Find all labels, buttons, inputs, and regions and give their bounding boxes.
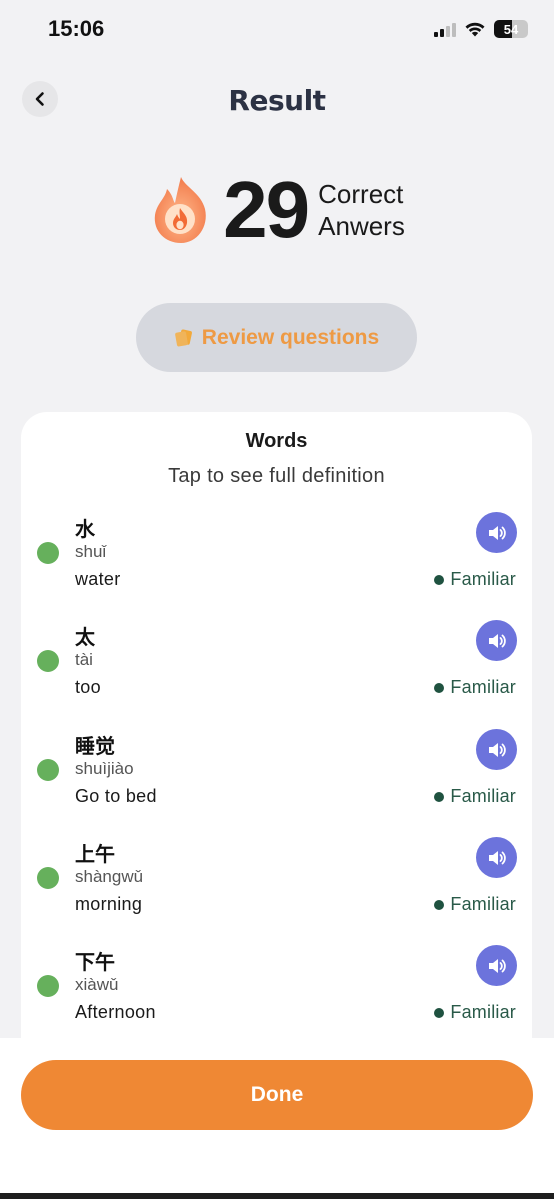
word-row[interactable]: 太 tài too Familiar [21,620,532,725]
word-meaning: too [75,677,101,697]
wifi-icon [465,22,485,37]
battery-level: 54 [503,21,519,37]
word-row[interactable]: 下午 xiàwǔ Afternoon Familiar [21,945,532,1050]
word-status-dot [37,759,59,781]
word-hanzi: 水 [75,517,95,541]
familiarity-dot [434,791,445,802]
play-audio-button[interactable] [476,837,517,878]
word-hanzi: 睡觉 [75,734,115,758]
word-meaning: Go to bed [75,786,157,806]
word-pinyin: xiàwǔ [75,975,119,994]
familiarity-status: Familiar [434,894,516,915]
cards-icon [174,328,192,346]
signal-icon [434,22,456,37]
play-audio-button[interactable] [476,729,517,770]
words-card: Words Tap to see full definition 水 shuǐ … [21,412,532,1112]
speaker-icon [488,850,506,865]
word-hanzi: 太 [75,625,95,649]
word-hanzi: 下午 [75,950,115,974]
familiarity-label: Familiar [450,894,516,914]
score-summary: 29 Correct Anwers [0,170,554,250]
familiarity-status: Familiar [434,786,516,807]
score-caption-line1: Correct [318,179,404,209]
word-pinyin: tài [75,650,93,669]
familiarity-dot [434,574,445,585]
result-screen: 15:06 54 Result 29 Correct Anwers Review… [0,0,554,1199]
familiarity-dot [434,682,445,693]
word-status-dot [37,650,59,672]
review-questions-label: Review questions [201,325,380,349]
play-audio-button[interactable] [476,620,517,661]
familiarity-status: Familiar [434,677,516,698]
word-row[interactable]: 上午 shàngwǔ morning Familiar [21,837,532,942]
word-status-dot [37,975,59,997]
word-meaning: morning [75,894,143,914]
speaker-icon [488,525,506,540]
play-audio-button[interactable] [476,945,517,986]
score-caption-line2: Anwers [318,211,405,241]
word-status-dot [37,867,59,889]
familiarity-status: Familiar [434,1002,516,1023]
word-meaning: water [75,569,121,589]
familiarity-dot [434,1007,445,1018]
word-pinyin: shàngwǔ [75,867,144,886]
familiarity-label: Familiar [450,677,516,697]
play-audio-button[interactable] [476,512,517,553]
familiarity-dot [434,899,445,910]
word-status-dot [37,542,59,564]
status-time: 15:06 [48,16,105,41]
words-title: Words [245,430,308,452]
done-label: Done [250,1083,304,1106]
score-caption: Correct Anwers [318,178,405,242]
familiarity-label: Familiar [450,569,516,589]
fire-icon [154,177,206,243]
word-pinyin: shuǐ [75,542,107,561]
screen-bottom-edge [0,1193,554,1199]
familiarity-status: Familiar [434,569,516,590]
page-title: Result [228,84,326,117]
speaker-icon [488,742,506,757]
status-bar: 15:06 54 [0,0,554,60]
review-questions-button[interactable]: Review questions [136,303,417,372]
speaker-icon [488,958,506,973]
status-icons: 54 [434,20,528,38]
familiarity-label: Familiar [450,1002,516,1022]
words-subtitle: Tap to see full definition [168,465,385,487]
word-hanzi: 上午 [75,842,115,866]
word-meaning: Afternoon [75,1002,156,1022]
battery-icon: 54 [494,20,528,38]
score-value: 29 [223,165,310,254]
word-row[interactable]: 水 shuǐ water Familiar [21,512,532,617]
word-pinyin: shuìjiào [75,759,134,778]
word-row[interactable]: 睡觉 shuìjiào Go to bed Familiar [21,729,532,834]
done-button[interactable]: Done [21,1060,533,1130]
speaker-icon [488,633,506,648]
familiarity-label: Familiar [450,786,516,806]
